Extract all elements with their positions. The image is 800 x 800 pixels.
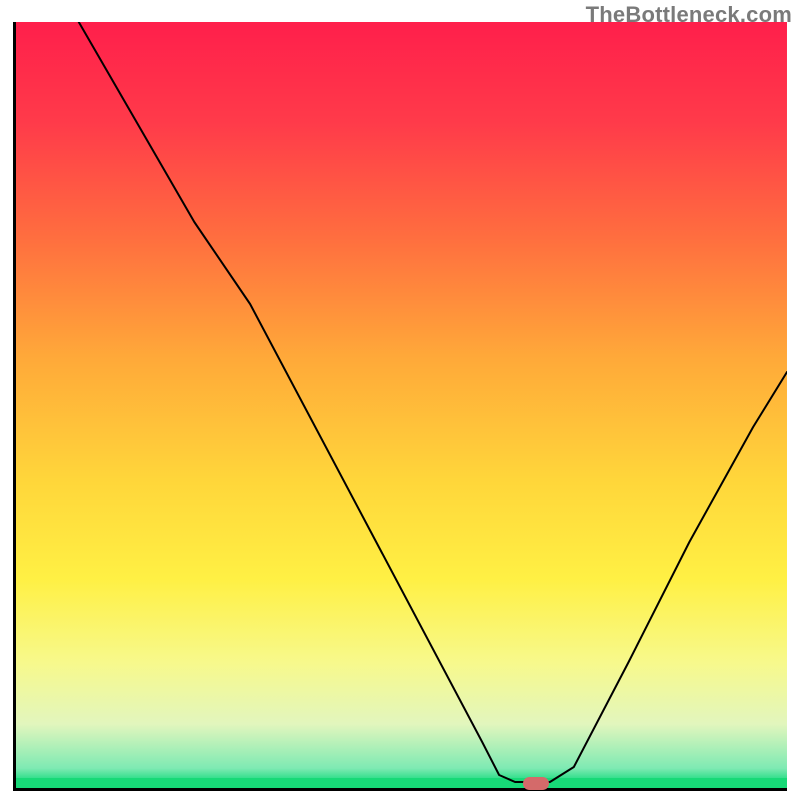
bottleneck-chart: TheBottleneck.com (0, 0, 800, 800)
bottleneck-curve (16, 22, 787, 788)
plot-area (13, 22, 787, 791)
sweet-spot-marker (523, 777, 549, 790)
